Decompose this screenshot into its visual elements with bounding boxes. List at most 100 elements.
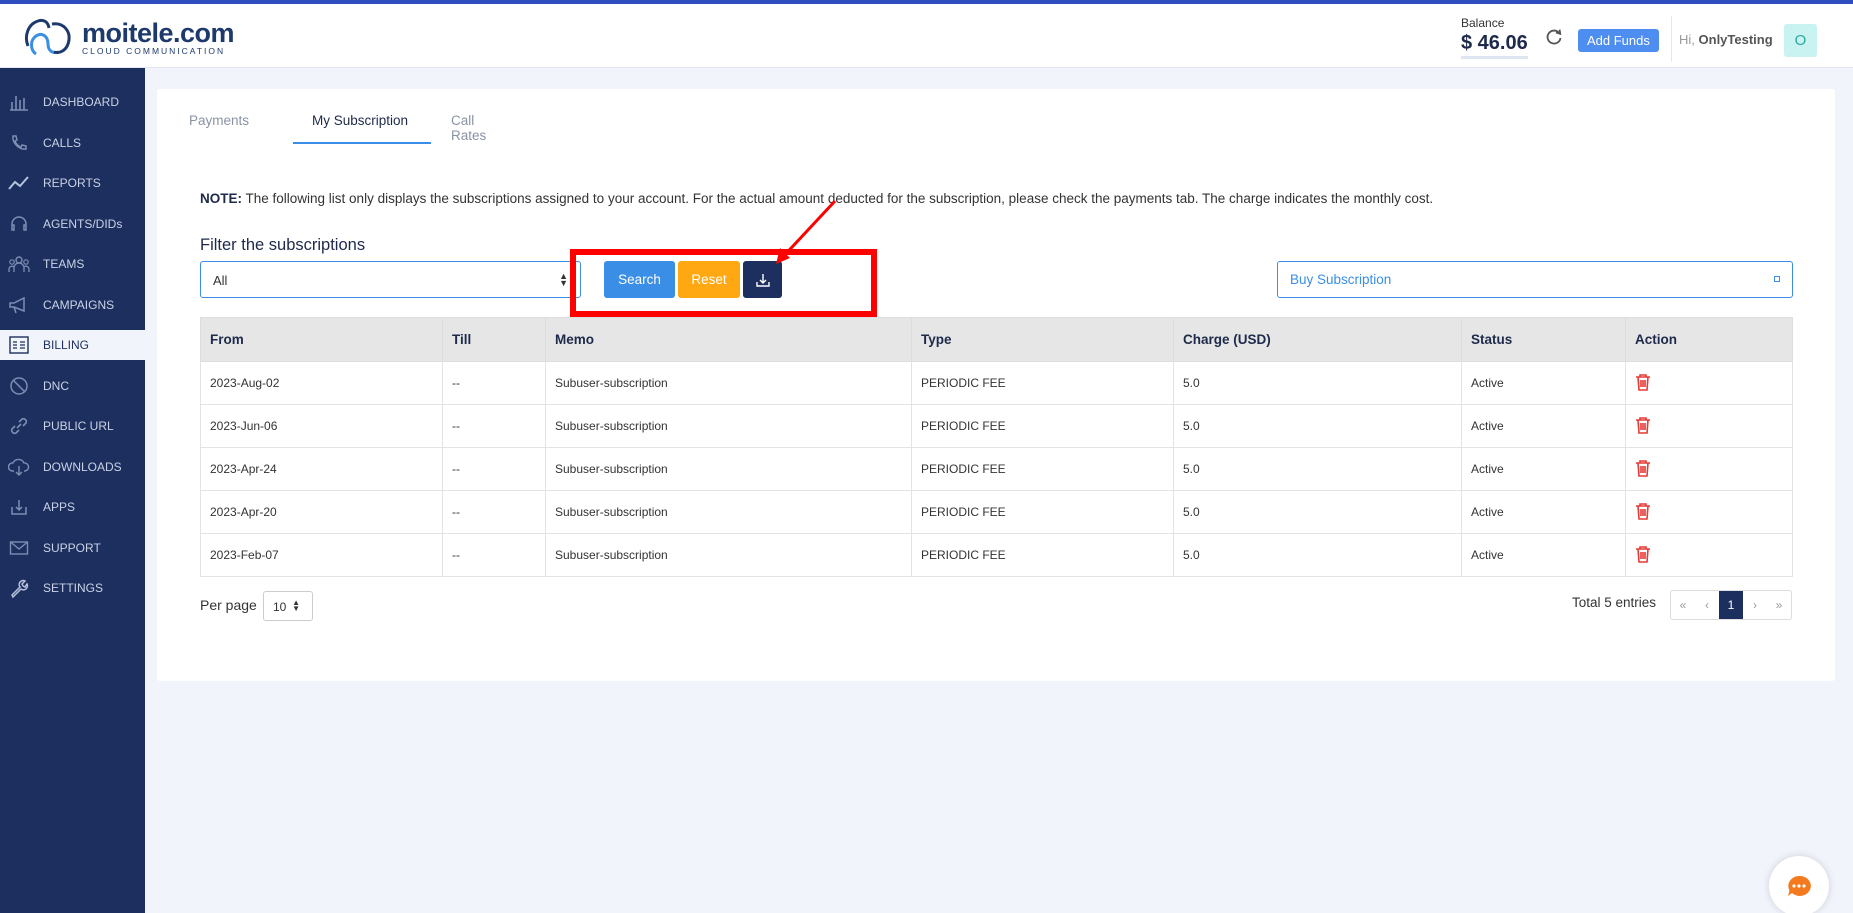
- annotation-arrow-icon: [776, 199, 837, 264]
- page-last-button[interactable]: »: [1767, 591, 1791, 619]
- trash-icon[interactable]: [1635, 416, 1651, 434]
- cell-charge: 5.0: [1173, 404, 1462, 448]
- tab-call-rates[interactable]: Call Rates: [431, 100, 511, 144]
- cell-memo: Subuser-subscription: [545, 361, 912, 405]
- phone-icon: [7, 131, 31, 155]
- cell-till: --: [442, 361, 546, 405]
- table-row: 2023-Apr-20 -- Subuser-subscription PERI…: [200, 490, 1793, 534]
- page-current-button[interactable]: 1: [1719, 591, 1743, 619]
- pagination: « ‹ 1 › »: [1670, 590, 1792, 620]
- refresh-icon[interactable]: [1545, 28, 1563, 46]
- sidebar-item-billing[interactable]: BILLING: [0, 330, 145, 360]
- cell-status: Active: [1461, 404, 1626, 448]
- sidebar-item-label: SETTINGS: [43, 581, 104, 595]
- sidebar-item-label: BILLING: [43, 338, 90, 352]
- greeting-prefix: Hi,: [1679, 32, 1695, 47]
- cell-charge: 5.0: [1173, 361, 1462, 405]
- user-name: OnlyTesting: [1698, 32, 1773, 47]
- user-greeting[interactable]: Hi, OnlyTesting: [1679, 32, 1773, 47]
- sidebar-item-downloads[interactable]: DOWNLOADS: [0, 452, 145, 482]
- tab-my-subscription[interactable]: My Subscription: [293, 100, 431, 144]
- sidebar-item-calls[interactable]: CALLS: [0, 128, 145, 158]
- per-page-label: Per page: [200, 597, 257, 613]
- sidebar-item-dashboard[interactable]: DASHBOARD: [0, 87, 145, 117]
- cell-action: [1625, 447, 1793, 491]
- sidebar-item-public-url[interactable]: PUBLIC URL: [0, 411, 145, 441]
- sidebar-item-label: PUBLIC URL: [43, 419, 114, 433]
- headset-icon: [7, 212, 31, 236]
- cell-memo: Subuser-subscription: [545, 490, 912, 534]
- table-row: 2023-Apr-24 -- Subuser-subscription PERI…: [200, 447, 1793, 491]
- cell-memo: Subuser-subscription: [545, 447, 912, 491]
- sidebar: DASHBOARD CALLS REPORTS AGENTS/DIDs TEAM…: [0, 68, 145, 913]
- logo-tagline: CLOUD COMMUNICATION: [82, 46, 226, 56]
- chart-line-icon: [7, 171, 31, 195]
- sidebar-item-label: CALLS: [43, 136, 82, 150]
- sidebar-item-label: DOWNLOADS: [43, 460, 122, 474]
- page-prev-button[interactable]: ‹: [1695, 591, 1719, 619]
- cloud-download-icon: [7, 455, 31, 479]
- cell-type: PERIODIC FEE: [911, 404, 1174, 448]
- cell-from: 2023-Jun-06: [200, 404, 443, 448]
- trash-icon[interactable]: [1635, 545, 1651, 563]
- column-header[interactable]: From: [200, 317, 443, 362]
- sidebar-item-label: DASHBOARD: [43, 95, 120, 109]
- cell-till: --: [442, 490, 546, 534]
- sidebar-item-label: SUPPORT: [43, 541, 101, 555]
- cell-action: [1625, 361, 1793, 405]
- subscriptions-table: From Till Memo Type Charge (USD) Status …: [200, 317, 1793, 577]
- tab-payments[interactable]: Payments: [189, 100, 293, 144]
- sidebar-item-label: REPORTS: [43, 176, 101, 190]
- cell-status: Active: [1461, 490, 1626, 534]
- sidebar-item-support[interactable]: SUPPORT: [0, 533, 145, 563]
- cell-from: 2023-Feb-07: [200, 533, 443, 577]
- column-header[interactable]: Status: [1461, 317, 1626, 362]
- cell-charge: 5.0: [1173, 533, 1462, 577]
- cell-memo: Subuser-subscription: [545, 404, 912, 448]
- column-header[interactable]: Charge (USD): [1173, 317, 1462, 362]
- link-icon: [7, 414, 31, 438]
- cell-from: 2023-Aug-02: [200, 361, 443, 405]
- sidebar-item-apps[interactable]: APPS: [0, 492, 145, 522]
- balance-value: $ 46.06: [1461, 32, 1528, 59]
- cell-type: PERIODIC FEE: [911, 447, 1174, 491]
- cell-type: PERIODIC FEE: [911, 361, 1174, 405]
- cell-memo: Subuser-subscription: [545, 533, 912, 577]
- add-funds-button[interactable]: Add Funds: [1578, 29, 1659, 52]
- select-value: All: [213, 273, 228, 288]
- dashboard-icon: [7, 90, 31, 114]
- per-page-select[interactable]: 10 ▲ ▼: [263, 591, 313, 621]
- wrench-icon: [7, 576, 31, 600]
- balance-label: Balance: [1461, 16, 1505, 30]
- sidebar-item-agents[interactable]: AGENTS/DIDs: [0, 209, 145, 239]
- column-header: Action: [1625, 317, 1793, 362]
- sidebar-item-reports[interactable]: REPORTS: [0, 168, 145, 198]
- trash-icon[interactable]: [1635, 459, 1651, 477]
- chat-widget-button[interactable]: [1769, 856, 1829, 913]
- page-first-button[interactable]: «: [1671, 591, 1695, 619]
- sidebar-item-teams[interactable]: TEAMS: [0, 249, 145, 279]
- cell-status: Active: [1461, 447, 1626, 491]
- subscription-filter-select[interactable]: All ▲ ▼: [200, 261, 581, 298]
- column-header[interactable]: Till: [442, 317, 546, 362]
- megaphone-icon: [7, 293, 31, 317]
- column-header[interactable]: Memo: [545, 317, 912, 362]
- tab-bar: Payments My Subscription Call Rates: [189, 100, 511, 144]
- trash-icon[interactable]: [1635, 502, 1651, 520]
- avatar[interactable]: O: [1784, 24, 1817, 57]
- column-header[interactable]: Type: [911, 317, 1174, 362]
- buy-subscription-label: Buy Subscription: [1290, 272, 1392, 287]
- download-tray-icon: [7, 495, 31, 519]
- sidebar-item-settings[interactable]: SETTINGS: [0, 573, 145, 603]
- cell-charge: 5.0: [1173, 490, 1462, 534]
- invoice-icon: [7, 333, 31, 357]
- cell-action: [1625, 404, 1793, 448]
- trash-icon[interactable]: [1635, 373, 1651, 391]
- sidebar-item-dnc[interactable]: DNC: [0, 371, 145, 401]
- sidebar-item-campaigns[interactable]: CAMPAIGNS: [0, 290, 145, 320]
- page-next-button[interactable]: ›: [1743, 591, 1767, 619]
- logo[interactable]: moitele.com CLOUD COMMUNICATION: [22, 16, 235, 60]
- cell-till: --: [442, 533, 546, 577]
- buy-subscription-select[interactable]: Buy Subscription: [1277, 261, 1793, 298]
- total-entries: Total 5 entries: [1572, 595, 1657, 610]
